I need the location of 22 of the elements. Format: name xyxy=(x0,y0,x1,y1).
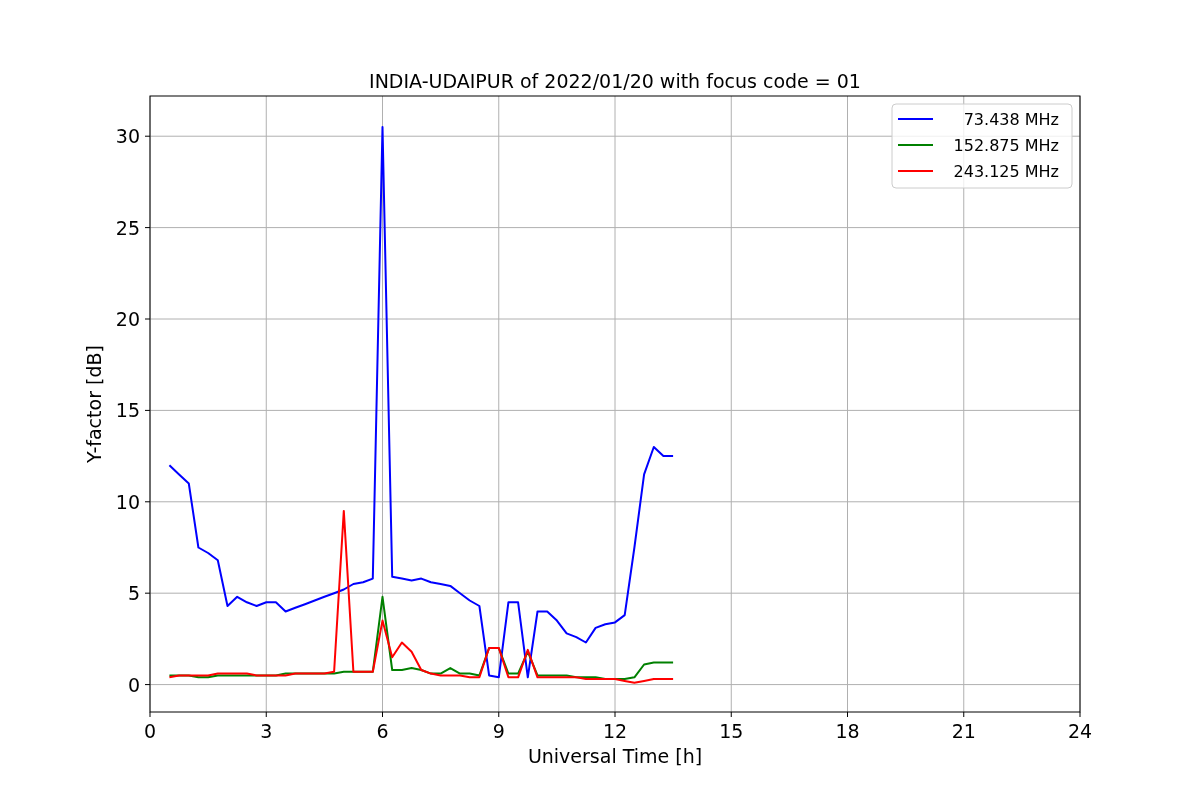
tick-label: 6 xyxy=(376,720,389,742)
tick-label: 25 xyxy=(115,216,140,239)
tick-label: 18 xyxy=(835,720,860,742)
tick-label: 15 xyxy=(719,720,744,742)
chart-title: INDIA-UDAIPUR of 2022/01/20 with focus code = 01 xyxy=(369,70,861,92)
legend-label: 152.875 MHz xyxy=(953,136,1059,155)
tick-label: 15 xyxy=(115,399,140,422)
tick-label: 21 xyxy=(951,720,976,742)
tick-label: 24 xyxy=(1067,720,1093,742)
tick-label: 10 xyxy=(115,490,140,513)
tick-label: 5 xyxy=(127,582,140,605)
tick-label: 9 xyxy=(492,720,505,742)
tick-label: 30 xyxy=(115,125,140,148)
x-axis-label: Universal Time [h] xyxy=(527,745,703,767)
tick-label: 3 xyxy=(260,720,273,742)
y-axis-label: Y-factor [dB] xyxy=(83,345,105,463)
legend-label: 73.438 MHz xyxy=(963,110,1059,129)
legend-label: 243.125 MHz xyxy=(953,162,1059,181)
tick-label: 0 xyxy=(127,673,140,696)
tick-label: 12 xyxy=(602,720,628,742)
tick-label: 20 xyxy=(115,308,140,330)
tick-label: 0 xyxy=(143,720,157,742)
